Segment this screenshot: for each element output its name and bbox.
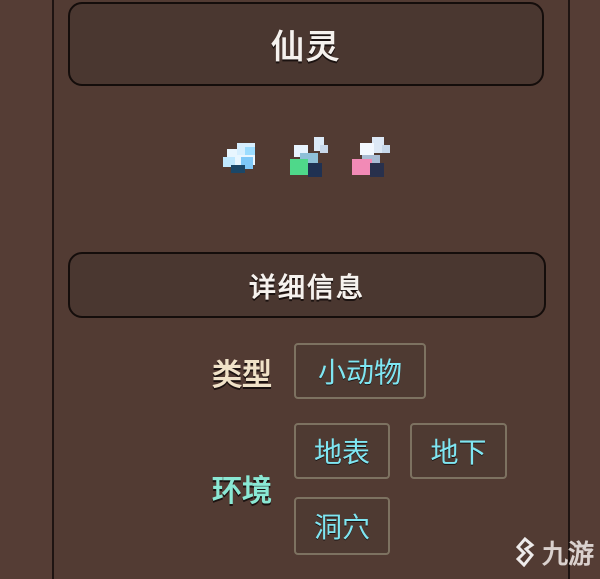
details-heading: 详细信息: [249, 272, 365, 304]
watermark: 九游: [512, 532, 594, 572]
fairy-pink-sprite: [352, 137, 390, 177]
fairy-blue-sprite: [223, 143, 255, 173]
title-banner: 仙灵: [68, 2, 544, 86]
environment-tag[interactable]: 地下: [410, 423, 507, 479]
environment-tag[interactable]: 地表: [294, 423, 390, 479]
details-header: 详细信息: [68, 252, 546, 318]
right-frame: [568, 0, 600, 579]
page-title: 仙灵: [271, 27, 341, 66]
fairy-green-sprite: [290, 137, 328, 177]
sprite-row: [0, 135, 600, 189]
environment-tag[interactable]: 洞穴: [294, 497, 390, 555]
type-label: 类型: [212, 358, 272, 393]
nine-game-logo-icon: [515, 537, 535, 567]
entity-info-page: 仙灵 详细信息 类型 小动物 环境 地表 地下 洞穴 九游: [0, 0, 600, 579]
left-frame: [0, 0, 54, 579]
type-tag[interactable]: 小动物: [294, 343, 426, 399]
environment-label: 环境: [212, 474, 272, 509]
watermark-text: 九游: [542, 539, 595, 570]
